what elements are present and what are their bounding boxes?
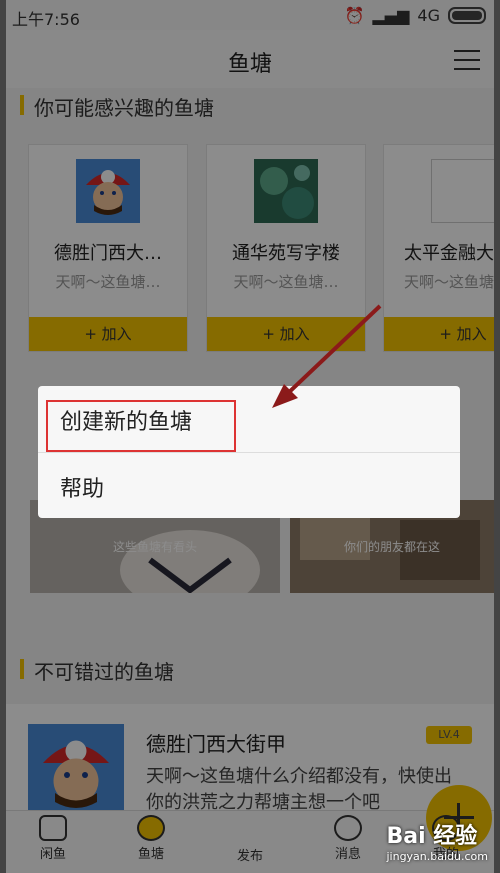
annotation-arrow-icon [272, 304, 382, 408]
watermark: Bai 经验 jingyan.baidu.com [386, 818, 488, 863]
watermark-url: jingyan.baidu.com [386, 850, 488, 863]
watermark-text: Bai 经验 [386, 824, 478, 849]
